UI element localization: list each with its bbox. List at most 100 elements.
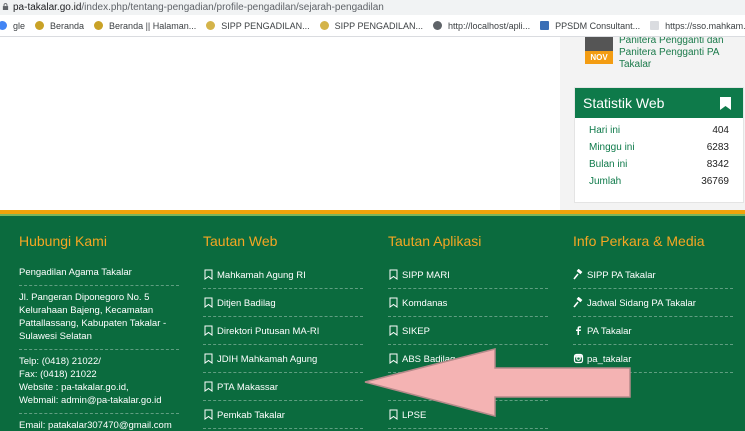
bookmark-item[interactable]: SIPP PENGADILAN... (206, 20, 310, 31)
tautan-aplikasi-link[interactable]: LPSE (388, 401, 548, 429)
bookmark-label: Beranda || Halaman... (109, 20, 197, 31)
tautan-aplikasi-link[interactable]: ABS Badilag (388, 345, 548, 373)
tautan-aplikasi-link[interactable]: Komdanas (388, 289, 548, 317)
bookmark-outline-icon (389, 353, 398, 364)
main-content-area (0, 37, 560, 210)
gavel-icon (573, 269, 583, 280)
site-icon (35, 21, 45, 30)
contact-details: Telp: (0418) 21022/ Fax: (0418) 21022 We… (19, 350, 179, 414)
footer-contact-column: Hubungi Kami Pengadilan Agama Takalar Jl… (19, 216, 179, 431)
statistics-header: Statistik Web (575, 88, 743, 118)
info-perkara-link[interactable]: SIPP PA Takalar (573, 261, 733, 289)
bookmark-item[interactable]: gle (0, 21, 25, 31)
info-perkara-link-label: Jadwal Sidang PA Takalar (587, 298, 696, 309)
bookmark-label: gle (13, 20, 26, 31)
bookmark-item[interactable]: Beranda (35, 21, 84, 31)
tautan-web-link-label: JDIH Mahkamah Agung (217, 354, 318, 365)
statistics-value: 6283 (706, 142, 729, 153)
tautan-aplikasi-link-label: SIKEP (402, 326, 430, 337)
tautan-aplikasi-link[interactable] (388, 373, 548, 401)
blank-page-icon (650, 21, 660, 30)
bookmark-outline-icon (389, 297, 398, 308)
bookmark-label: SIPP PENGADILAN... (221, 20, 310, 31)
tautan-aplikasi-heading: Tautan Aplikasi (388, 233, 482, 249)
info-perkara-link[interactable]: pa_takalar (573, 345, 733, 373)
statistics-row: Minggu ini 6283 (575, 139, 743, 156)
statistics-value: 36769 (701, 176, 729, 187)
tautan-web-link[interactable]: Pemkab Takalar (203, 401, 363, 429)
tautan-aplikasi-link-label: ABS Badilag (402, 354, 456, 365)
sipp-icon (206, 21, 216, 30)
bookmark-outline-icon (389, 325, 398, 336)
bookmark-item[interactable]: http://localhost/apli... (433, 21, 530, 31)
info-perkara-link[interactable]: PA Takalar (573, 317, 733, 345)
statistics-widget: Statistik Web Hari ini 404 Minggu ini 6283 B… (574, 87, 744, 203)
bookmark-label: Beranda (50, 20, 85, 31)
bookmark-item[interactable]: SIPP PENGADILAN... (319, 20, 424, 31)
tautan-aplikasi-link-label: LPSE (402, 410, 427, 421)
info-perkara-link-label: pa_takalar (587, 354, 632, 365)
gavel-icon (573, 297, 583, 308)
info-perkara-link[interactable]: Jadwal Sidang PA Takalar (573, 289, 733, 317)
footer-tautan-web-column: Tautan Web Mahkamah Agung RI Ditjen Badil… (203, 216, 363, 429)
tautan-web-link-label: Direktori Putusan MA-RI (217, 326, 320, 337)
lock-icon (2, 3, 9, 10)
bookmark-icon (720, 97, 731, 110)
bookmarks-bar: gle Beranda Beranda || Halaman... SIPP PENG… (0, 15, 745, 37)
contact-webmail[interactable]: Webmail: admin@pa-takalar.go.id (19, 394, 179, 407)
tautan-web-link-label: Ditjen Badilag (217, 298, 276, 309)
statistics-label: Jumlah (589, 176, 622, 187)
bookmark-label: https://sso.mahkam... (665, 20, 745, 31)
info-perkara-link-label: SIPP PA Takalar (587, 270, 656, 281)
google-icon (0, 21, 7, 30)
bookmark-outline-icon (389, 409, 398, 420)
bookmark-item[interactable]: Beranda || Halaman... (94, 21, 196, 31)
bookmark-item[interactable]: PPSDM Consultant... (540, 21, 640, 31)
url-host: pa-takalar.go.id (13, 2, 82, 13)
tautan-web-link-label: PTA Makassar (217, 382, 279, 393)
bookmark-item[interactable]: https://sso.mahkam... (650, 21, 745, 31)
contact-phone: Telp: (0418) 21022/ (19, 356, 101, 367)
bookmark-outline-icon (204, 381, 213, 392)
contact-fax: Fax: (0418) 21022 (19, 369, 97, 380)
bookmark-outline-icon (204, 325, 213, 336)
contact-website[interactable]: Website : pa-takalar.go.id, (19, 381, 179, 394)
footer: Hubungi Kami Pengadilan Agama Takalar Jl… (0, 216, 745, 431)
footer-info-perkara-column: Info Perkara & Media SIPP PA Takalar Jadw… (573, 216, 733, 373)
tautan-web-link[interactable]: JDIH Mahkamah Agung (203, 345, 363, 373)
statistics-value: 8342 (706, 159, 729, 170)
statistics-value: 404 (712, 125, 729, 136)
sipp-icon (319, 21, 329, 30)
statistics-row: Hari ini 404 (575, 122, 743, 139)
tautan-aplikasi-link[interactable]: SIKEP (388, 317, 548, 345)
facebook-icon (576, 326, 581, 335)
footer-tautan-aplikasi-column: Tautan Aplikasi SIPP MARI Komdanas SIKEP AB… (388, 216, 548, 429)
contact-email[interactable]: Email: patakalar307470@gmail.com (19, 414, 179, 431)
address-bar[interactable]: pa-takalar.go.id/index.php/tentang-penga… (0, 0, 745, 15)
statistics-row: Jumlah 36769 (575, 173, 743, 190)
tautan-web-heading: Tautan Web (203, 233, 278, 249)
bookmark-outline-icon (204, 297, 213, 308)
date-badge: NOV (585, 37, 613, 66)
bookmark-label: SIPP PENGADILAN... (334, 20, 424, 31)
news-title[interactable]: Panitera Pengganti dan Panitera Penggant… (619, 37, 724, 71)
instagram-icon (573, 353, 584, 364)
statistics-label: Hari ini (589, 125, 621, 136)
url-path: /index.php/tentang-pengadian/profile-pen… (81, 2, 384, 13)
tautan-aplikasi-link[interactable]: SIPP MARI (388, 261, 548, 289)
tautan-web-link[interactable]: Direktori Putusan MA-RI (203, 317, 363, 345)
tautan-web-link[interactable]: Mahkamah Agung RI (203, 261, 363, 289)
contact-address: Jl. Pangeran Diponegoro No. 5 Kelurahaan… (19, 286, 179, 350)
tautan-web-link[interactable]: Ditjen Badilag (203, 289, 363, 317)
bookmark-outline-icon (389, 269, 398, 280)
tautan-web-link[interactable]: PTA Makassar (203, 373, 363, 401)
statistics-label: Minggu ini (589, 142, 635, 153)
bookmark-outline-icon (204, 269, 213, 280)
tautan-web-link-label: Pemkab Takalar (217, 410, 285, 421)
globe-icon (433, 21, 443, 30)
bookmark-label: PPSDM Consultant... (555, 20, 641, 31)
contact-heading: Hubungi Kami (19, 233, 107, 249)
bookmark-outline-icon (204, 353, 213, 364)
site-icon (94, 21, 104, 30)
news-item[interactable]: NOV Panitera Pengganti dan Panitera Peng… (585, 37, 724, 75)
